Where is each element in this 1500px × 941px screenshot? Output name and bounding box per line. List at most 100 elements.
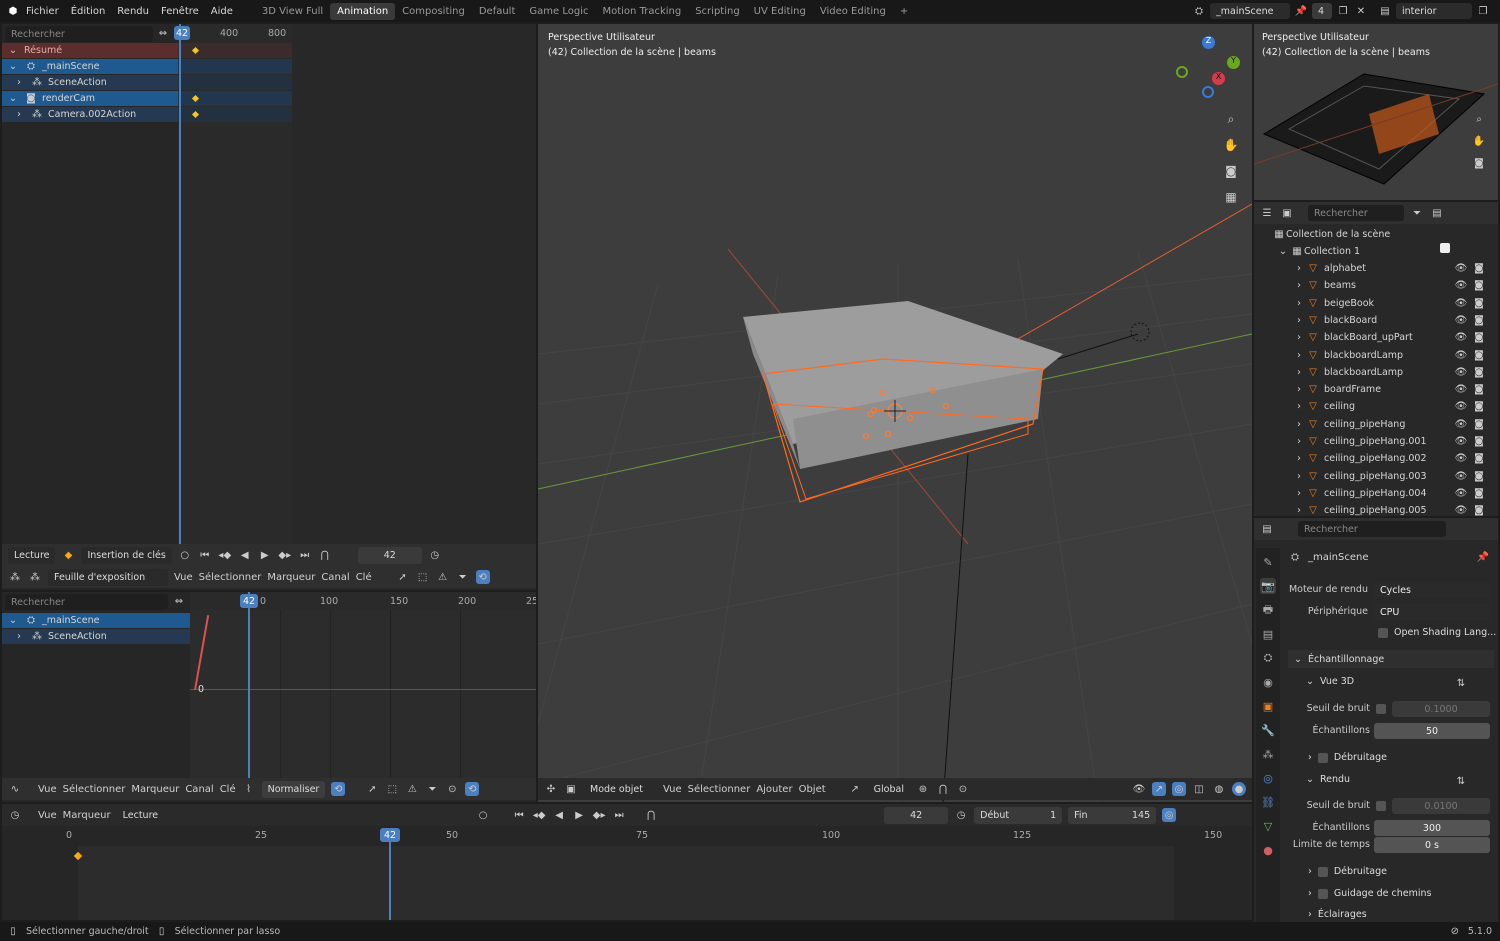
r-samples-field[interactable]: 300 — [1374, 820, 1490, 836]
play-reverse-icon[interactable]: ◀ — [552, 808, 566, 822]
constraints-tab-icon[interactable]: ⛓ — [1260, 794, 1276, 810]
tab-animation[interactable]: Animation — [330, 2, 396, 20]
tab-uv-editing[interactable]: UV Editing — [747, 3, 813, 20]
eye-icon[interactable]: 👁 — [1454, 296, 1468, 310]
light-object[interactable] — [1130, 322, 1150, 342]
playhead-frame-badge[interactable]: 42 — [380, 828, 400, 842]
jump-start-icon[interactable]: ⏮ — [512, 808, 526, 822]
warning-icon[interactable]: ⚠ — [436, 570, 450, 584]
presets-icon[interactable]: ⇅ — [1454, 676, 1468, 690]
new-collection-icon[interactable]: ▤ — [1430, 206, 1444, 220]
outliner-object-row[interactable]: › ▽ blackBoard_upPart 👁 ◙ — [1254, 329, 1492, 346]
eye-icon[interactable]: 👁 — [1454, 313, 1468, 327]
pivot-icon[interactable]: ⊙ — [445, 782, 459, 796]
render-camera-icon[interactable]: ◙ — [1472, 400, 1486, 414]
outliner-object-row[interactable]: › ▽ blackboardLamp 👁 ◙ — [1254, 347, 1492, 364]
sampling-section[interactable]: ⌄ Échantillonnage — [1294, 654, 1384, 665]
chevron-right-icon[interactable]: › — [12, 76, 26, 90]
menu-marker[interactable]: Marqueur — [267, 572, 315, 583]
playhead-frame-badge[interactable]: 42 — [174, 26, 190, 40]
gizmo-neg-z[interactable] — [1202, 86, 1214, 98]
dopesheet-mode-dropdown[interactable]: Feuille d'exposition — [48, 568, 168, 586]
menu-file[interactable]: Fichier — [26, 6, 59, 17]
menu-object[interactable]: Objet — [799, 784, 826, 795]
snap-icon[interactable]: ⋂ — [318, 548, 332, 562]
device-dropdown[interactable]: CPU — [1374, 604, 1490, 620]
menu-channel[interactable]: Canal — [185, 784, 213, 795]
sync-icon[interactable]: ⟲ — [465, 782, 480, 796]
menu-help[interactable]: Aide — [211, 6, 233, 17]
r-noise-field[interactable]: 0.0100 — [1392, 798, 1490, 814]
menu-add[interactable]: Ajouter — [756, 784, 792, 795]
scene-tab-icon[interactable]: ⛭ — [1260, 650, 1276, 666]
eye-icon[interactable]: 👁 — [1454, 279, 1468, 293]
editor-type-icon[interactable]: ⁂ — [8, 570, 22, 584]
data-tab-icon[interactable]: ▽ — [1260, 818, 1276, 834]
render-camera-icon[interactable]: ◙ — [1472, 262, 1486, 276]
play-icon[interactable]: ▶ — [258, 548, 272, 562]
chevron-right-icon[interactable]: › — [1292, 486, 1306, 500]
exclude-checkbox[interactable] — [1440, 243, 1450, 253]
overlay-icon[interactable]: ◎ — [1162, 808, 1177, 822]
chevron-down-icon[interactable]: ⌄ — [6, 44, 20, 58]
stopwatch-icon[interactable]: ◷ — [428, 548, 442, 562]
graph-channel-mainscene[interactable]: ⌄ ⛭ _mainScene — [2, 613, 190, 628]
tab-3d-view-full[interactable]: 3D View Full — [255, 3, 330, 20]
current-frame-field[interactable]: 42 — [357, 546, 422, 564]
pin-icon[interactable]: 📌 — [1476, 550, 1490, 564]
proportional-icon[interactable]: ⊙ — [956, 782, 970, 796]
menu-view[interactable]: Vue — [38, 784, 57, 795]
chevron-right-icon[interactable]: › — [1292, 279, 1306, 293]
next-key-icon[interactable]: ◆▸ — [592, 808, 606, 822]
swap-icon[interactable]: ⇔ — [156, 26, 170, 40]
eye-icon[interactable]: 👁 — [1454, 400, 1468, 414]
vp-noise-checkbox[interactable] — [1376, 704, 1386, 714]
camera-view-icon[interactable]: ◙ — [1222, 162, 1240, 180]
menu-select[interactable]: Sélectionner — [688, 784, 751, 795]
playback-dropdown[interactable]: Lecture — [8, 546, 56, 564]
zoom-icon[interactable]: ⌕ — [1222, 110, 1240, 128]
world-tab-icon[interactable]: ◉ — [1260, 674, 1276, 690]
chevron-down-icon[interactable]: ⌄ — [6, 60, 20, 74]
swap-icon[interactable]: ⇔ — [172, 594, 186, 608]
tab-motion-tracking[interactable]: Motion Tracking — [595, 3, 688, 20]
outliner-object-row[interactable]: › ▽ ceiling_pipeHang.004 👁 ◙ — [1254, 485, 1492, 502]
stopwatch-icon[interactable]: ◷ — [954, 808, 968, 822]
solid-shading-icon[interactable]: ● — [1232, 782, 1246, 796]
chevron-right-icon[interactable]: › — [1292, 313, 1306, 327]
outliner-object-row[interactable]: › ▽ alphabet 👁 ◙ — [1254, 260, 1492, 277]
dopesheet-search[interactable]: Rechercher — [5, 26, 153, 42]
tab-video-editing[interactable]: Video Editing — [813, 3, 893, 20]
channel-rendercam[interactable]: ⌄ ◙ renderCam — [2, 91, 178, 106]
chevron-right-icon[interactable]: › — [1292, 504, 1306, 516]
playhead-line[interactable] — [248, 592, 250, 782]
playhead-frame-badge[interactable]: 42 — [240, 594, 258, 608]
filter-icon[interactable]: ⏷ — [425, 782, 439, 796]
channel-mainscene[interactable]: ⌄ ⛭ _mainScene — [2, 59, 178, 74]
render-camera-icon[interactable]: ◙ — [1472, 296, 1486, 310]
presets-icon[interactable]: ⇅ — [1454, 774, 1468, 788]
channel-camera-action[interactable]: › ⁂ Camera.002Action — [2, 107, 178, 122]
normalize-toggle[interactable]: Normaliser — [261, 780, 326, 798]
render-camera-icon[interactable]: ◙ — [1472, 452, 1486, 466]
physics-tab-icon[interactable]: ◎ — [1260, 770, 1276, 786]
pan-hand-icon[interactable]: ✋ — [1472, 134, 1486, 148]
gizmo-y-axis[interactable]: Y — [1227, 56, 1240, 69]
viewport-3d[interactable]: Perspective Utilisateur (42) Collection … — [538, 24, 1252, 802]
render-camera-icon[interactable]: ◙ — [1472, 504, 1486, 516]
box-select-icon[interactable]: ⬚ — [385, 782, 399, 796]
chevron-right-icon[interactable]: › — [1292, 435, 1306, 449]
chevron-right-icon[interactable]: › — [1292, 296, 1306, 310]
timeline-frame-field[interactable]: 42 — [884, 806, 949, 824]
channel-sceneaction[interactable]: › ⁂ SceneAction — [2, 75, 178, 90]
next-key-icon[interactable]: ◆▸ — [278, 548, 292, 562]
xray-icon[interactable]: ◫ — [1192, 782, 1206, 796]
eye-icon[interactable]: 👁 — [1454, 486, 1468, 500]
menu-marker[interactable]: Marqueur — [63, 810, 111, 821]
eye-icon[interactable]: 👁 — [1454, 365, 1468, 379]
end-frame-field[interactable]: Fin 145 — [1068, 806, 1157, 824]
menu-marker[interactable]: Marqueur — [131, 784, 179, 795]
tab-default[interactable]: Default — [472, 3, 523, 20]
chevron-right-icon[interactable]: › — [1292, 469, 1306, 483]
navigation-gizmo[interactable]: Z Y X — [1172, 34, 1242, 104]
